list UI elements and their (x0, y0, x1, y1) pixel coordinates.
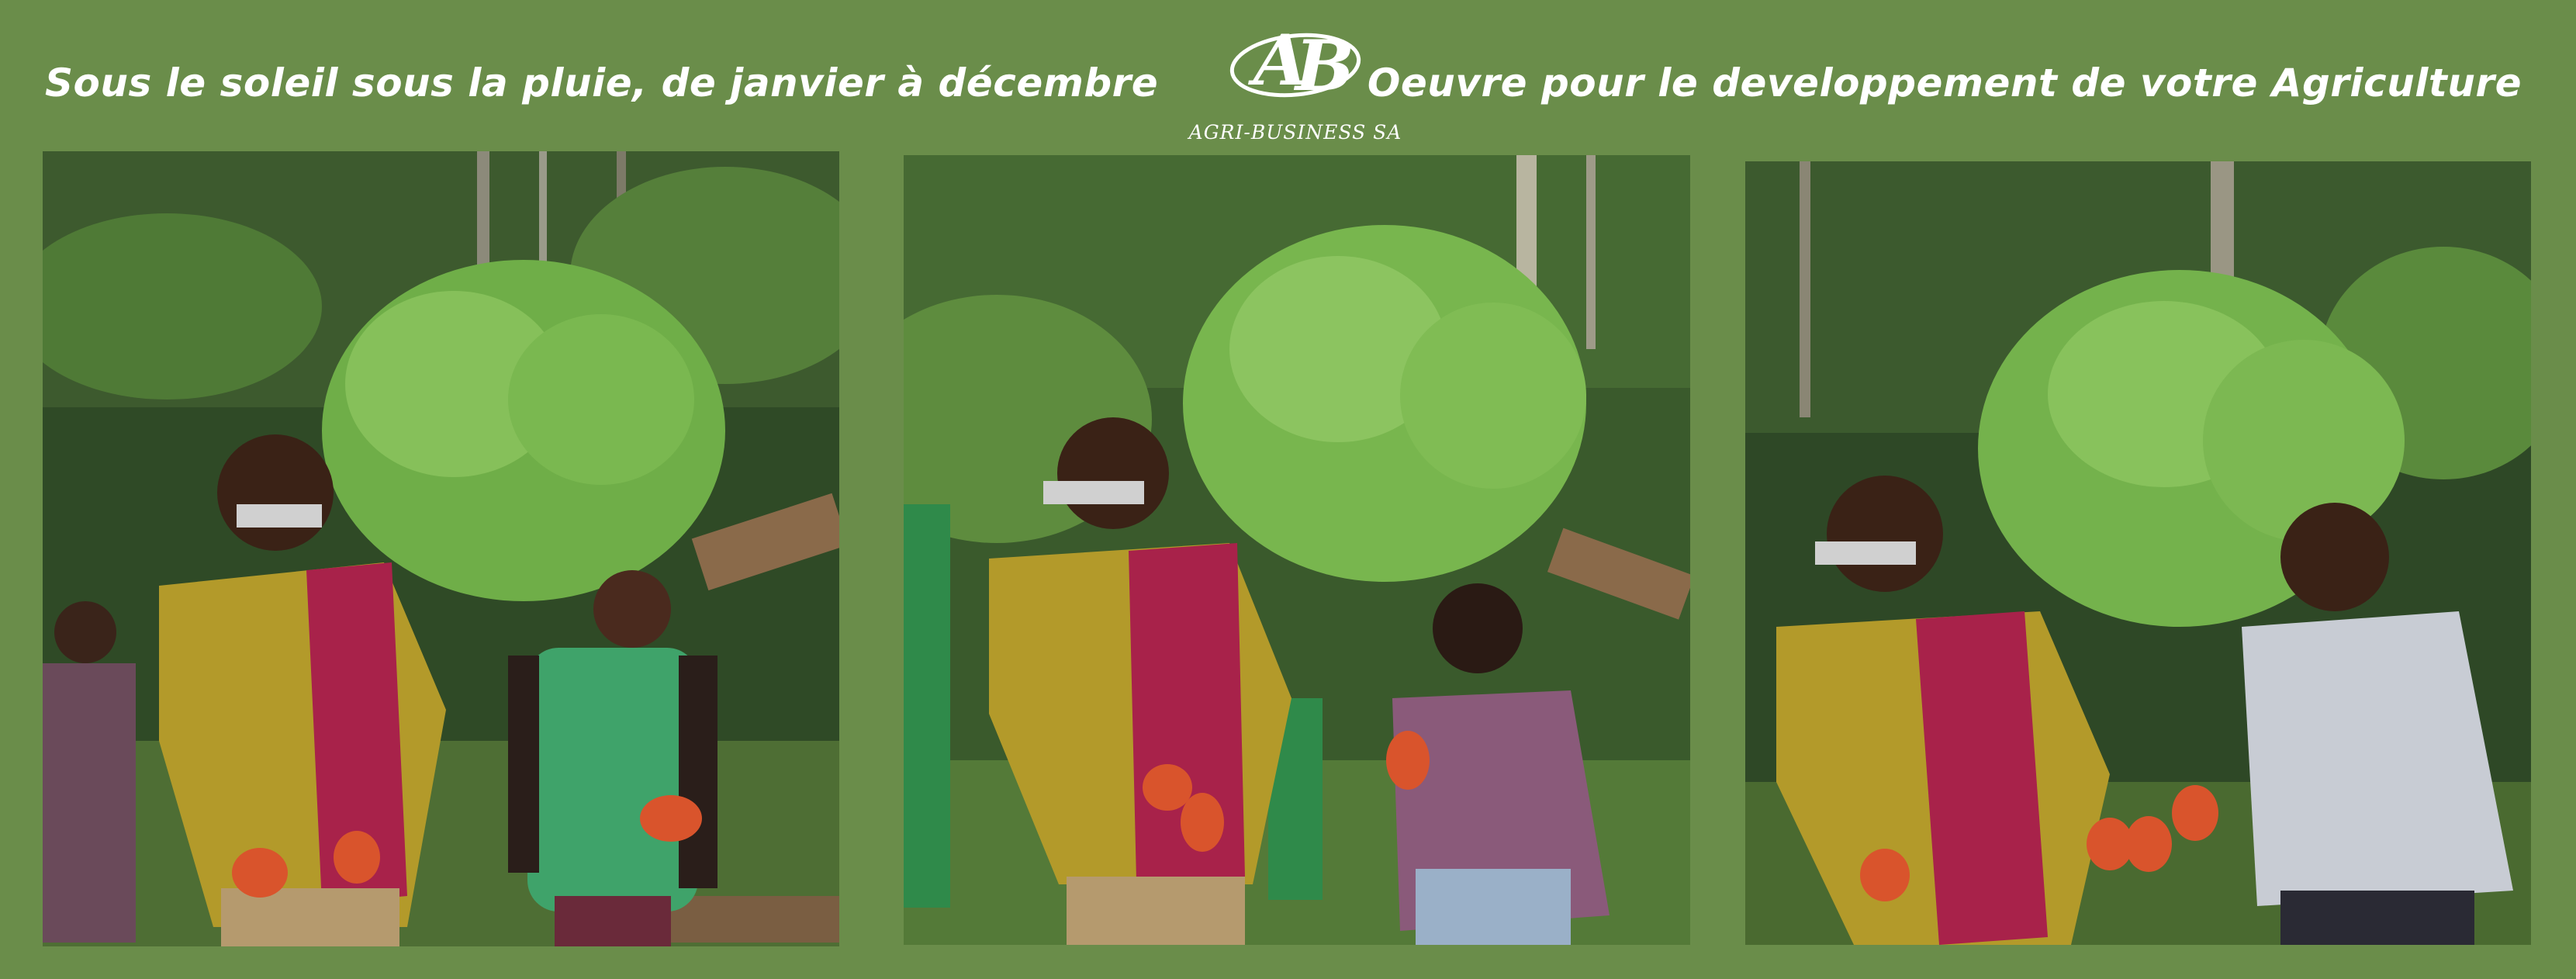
photo-farm-visit-1 (43, 151, 839, 946)
photo-farm-visit-3 (1745, 161, 2531, 945)
svg-text:B: B (1293, 25, 1354, 107)
cocoa-farm-photo-icon (904, 155, 1690, 945)
slogan-right: Oeuvre pour le developpement de votre Ag… (1367, 61, 2522, 106)
slogan-left: Sous le soleil sous la pluie, de janvier… (45, 61, 1159, 106)
cocoa-farm-photo-icon (43, 151, 839, 946)
header: Sous le soleil sous la pluie, de janvier… (0, 0, 2576, 147)
ab-monogram-icon: A B (1229, 19, 1361, 107)
logo-caption: AGRI-BUSINESS SA (1188, 121, 1402, 144)
photo-farm-visit-2 (904, 155, 1690, 945)
cocoa-farm-photo-icon (1745, 161, 2531, 945)
